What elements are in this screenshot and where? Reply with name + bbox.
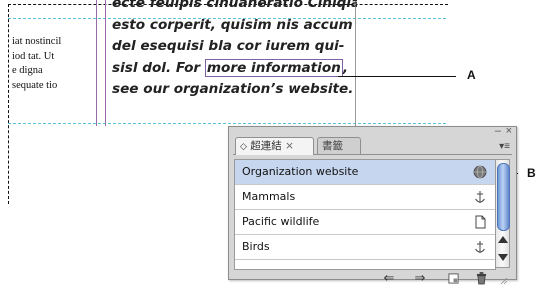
callout-label-a: A — [467, 68, 476, 82]
text-line: e digna — [12, 65, 43, 76]
go-to-destination-icon[interactable]: ⇒ — [411, 270, 429, 286]
item-label: Birds — [242, 240, 270, 253]
hyperlink-source[interactable]: more information — [204, 58, 343, 77]
tab-label: 超連結 — [250, 140, 282, 152]
item-label: Pacific wildlife — [242, 215, 320, 228]
new-hyperlink-icon[interactable] — [444, 270, 462, 286]
tab-label: 書籤 — [322, 140, 343, 152]
text-line: sisl dol. For more information, — [112, 58, 357, 80]
text-line: see our organization’s website. — [112, 81, 354, 97]
minimize-icon[interactable]: ‒ — [495, 125, 501, 137]
page-icon — [475, 215, 486, 229]
item-label: Organization website — [242, 165, 359, 178]
callout-label-b: B — [527, 166, 536, 180]
panel-menu-icon[interactable]: ▾≡ — [499, 141, 510, 152]
globe-url-icon — [473, 165, 487, 179]
text-run: , — [342, 59, 349, 76]
panel-toolbar: ⇐ ⇒ — [234, 270, 510, 286]
scroll-down-icon[interactable] — [498, 254, 508, 261]
text-line: esto corperit, quisim nis accum — [112, 16, 353, 33]
page-edge-left — [8, 4, 9, 204]
main-column-text: ecte feuipis cinuaneratio Ciniqia esto c… — [112, 0, 357, 115]
anchor-icon — [475, 241, 485, 253]
left-column-text: iat nostincil iod tat. Ut e digna sequat… — [12, 35, 96, 93]
hyperlink-list: Organization website Mammals Pacific wil… — [234, 159, 496, 270]
resize-grip-icon[interactable] — [499, 276, 508, 285]
text-line: ecte feuipis cinuaneratio Ciniqia — [112, 0, 357, 11]
text-line: del esequisi bla cor iurem qui- — [112, 38, 345, 54]
list-item[interactable]: Organization website — [235, 160, 495, 185]
list-item[interactable]: Pacific wildlife — [235, 210, 495, 235]
tab-hyperlinks[interactable]: ◇ 超連結 × — [235, 137, 314, 155]
column-guide — [96, 0, 97, 126]
anchor-icon — [475, 191, 485, 203]
list-item[interactable]: Birds — [235, 235, 495, 260]
diamond-arrows-icon: ◇ — [240, 142, 247, 152]
list-item[interactable]: Mammals — [235, 185, 495, 210]
text-line: sequate tio — [12, 79, 58, 91]
vertical-scrollbar[interactable] — [495, 159, 510, 268]
column-guide — [105, 0, 106, 126]
scroll-up-icon[interactable] — [498, 236, 508, 243]
tab-bookmarks[interactable]: 書籤 — [317, 137, 361, 154]
close-icon[interactable]: × — [506, 125, 512, 137]
text-line: iat nostincil — [12, 36, 62, 47]
item-label: Mammals — [242, 190, 296, 203]
delete-icon[interactable] — [472, 270, 490, 286]
scrollbar-thumb[interactable] — [497, 163, 510, 231]
text-run: sisl dol. For — [112, 59, 205, 76]
ruler-guide-horizontal — [8, 123, 446, 124]
go-to-source-icon[interactable]: ⇐ — [380, 270, 398, 286]
callout-line-a — [338, 76, 456, 77]
hyperlinks-panel: ‒ × ◇ 超連結 × 書籤 ▾≡ Organization website M… — [228, 125, 517, 285]
tab-close-icon[interactable]: × — [285, 140, 294, 152]
text-line: iod tat. Ut — [12, 50, 55, 62]
